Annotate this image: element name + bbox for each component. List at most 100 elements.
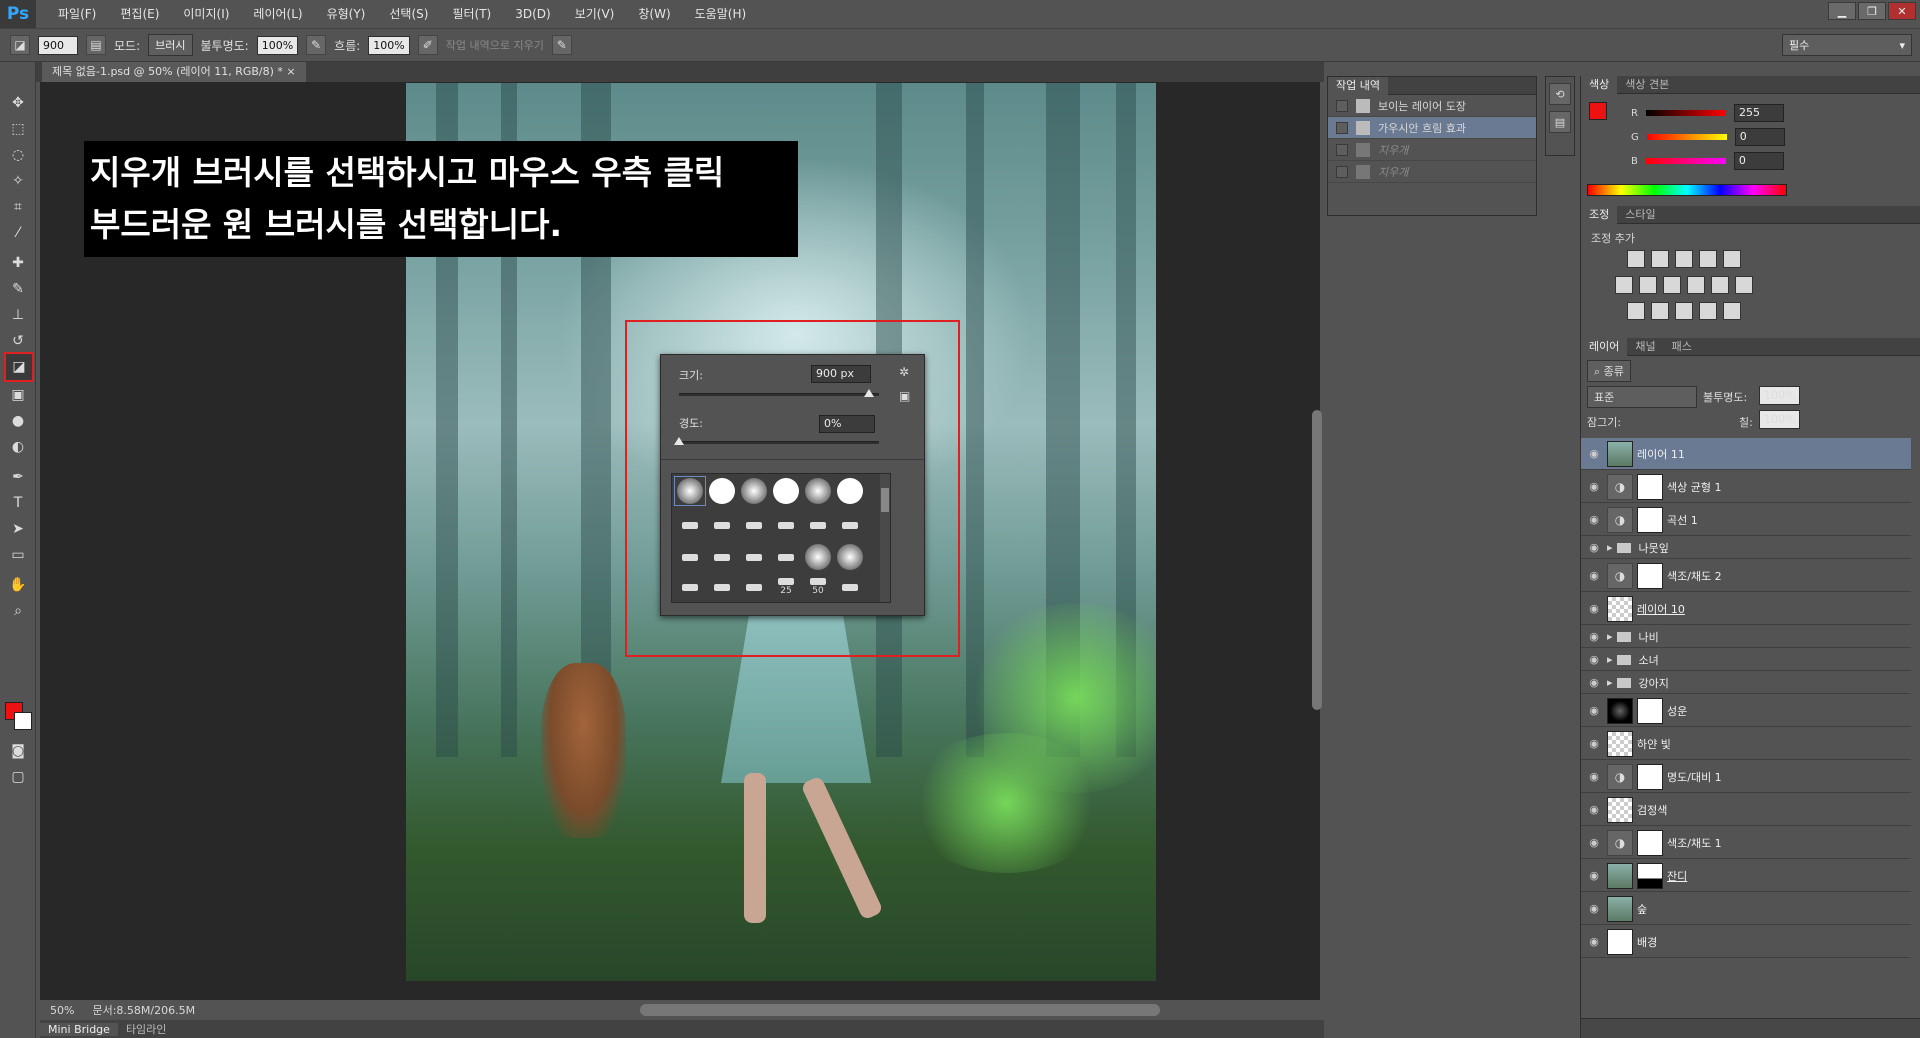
flow-field[interactable]: 100%: [368, 35, 410, 55]
history-checkbox[interactable]: [1336, 121, 1348, 134]
history-item[interactable]: 지우개: [1328, 161, 1536, 183]
visibility-eye-icon[interactable]: ◉: [1581, 513, 1607, 526]
blue-slider[interactable]: [1645, 158, 1726, 164]
layer-row[interactable]: ◉ ◑ 색조/채도 2: [1581, 560, 1911, 592]
move-tool-icon[interactable]: ✥: [6, 92, 30, 114]
selective-color-icon[interactable]: [1723, 302, 1741, 320]
posterize-icon[interactable]: [1651, 302, 1669, 320]
layer-opacity-field[interactable]: 100%: [1759, 386, 1801, 405]
chevron-right-icon[interactable]: ▸: [1607, 653, 1613, 666]
layer-row[interactable]: ◉ 성운: [1581, 695, 1911, 727]
chevron-right-icon[interactable]: ▸: [1607, 541, 1613, 554]
tab-paths[interactable]: 패스: [1664, 338, 1700, 356]
layer-row[interactable]: ◉ 레이어 10: [1581, 593, 1911, 625]
fill-field[interactable]: 100%: [1759, 410, 1801, 429]
red-value[interactable]: 255: [1733, 104, 1784, 122]
screen-mode-icon[interactable]: ▢: [6, 766, 30, 788]
path-select-tool-icon[interactable]: ➤: [6, 518, 30, 540]
green-value[interactable]: 0: [1734, 128, 1785, 146]
layer-mask-thumbnail[interactable]: [1637, 862, 1663, 889]
layer-row[interactable]: ◉ 잔디: [1581, 860, 1911, 892]
erase-to-history-checkbox[interactable]: 작업 내역으로 지우기: [446, 37, 544, 53]
color-balance-icon[interactable]: [1639, 276, 1657, 294]
blue-value[interactable]: 0: [1733, 152, 1784, 170]
brush-tip[interactable]: [738, 510, 770, 540]
invert-icon[interactable]: [1627, 302, 1645, 320]
layer-row[interactable]: ◉ ◑ 색상 균형 1: [1581, 471, 1911, 503]
pressure-opacity-icon[interactable]: ✎: [306, 35, 327, 55]
brush-tip[interactable]: [706, 510, 738, 540]
canvas-vertical-scrollbar[interactable]: [1312, 410, 1322, 710]
visibility-eye-icon[interactable]: ◉: [1581, 770, 1607, 783]
eraser-tool-preset-icon[interactable]: ◪: [10, 35, 30, 55]
brush-tip[interactable]: [770, 542, 802, 572]
close-button[interactable]: ✕: [1888, 2, 1916, 20]
size-field[interactable]: 900 px: [811, 365, 871, 383]
restore-button[interactable]: ❐: [1858, 2, 1886, 20]
visibility-eye-icon[interactable]: ◉: [1581, 630, 1607, 643]
brush-tip[interactable]: [706, 572, 738, 602]
stamp-tool-icon[interactable]: ⊥: [6, 304, 30, 326]
color-lookup-icon[interactable]: [1735, 276, 1753, 294]
layer-mask-thumbnail[interactable]: [1637, 506, 1663, 533]
exposure-icon[interactable]: [1699, 250, 1717, 268]
visibility-eye-icon[interactable]: ◉: [1581, 676, 1607, 689]
menu-help[interactable]: 도움말(H): [683, 0, 759, 28]
tab-layers[interactable]: 레이어: [1581, 337, 1628, 356]
foreground-color-swatch[interactable]: [1589, 102, 1607, 120]
airbrush-icon[interactable]: ✐: [417, 35, 438, 55]
menu-select[interactable]: 선택(S): [377, 0, 440, 28]
blend-mode-dropdown[interactable]: 표준: [1587, 386, 1697, 408]
curves-icon[interactable]: [1675, 250, 1693, 268]
visibility-eye-icon[interactable]: ◉: [1581, 447, 1607, 460]
tab-history[interactable]: 작업 내역: [1328, 76, 1388, 95]
menu-view[interactable]: 보기(V): [563, 0, 627, 28]
crop-tool-icon[interactable]: ⌗: [6, 196, 30, 218]
hardness-field[interactable]: 0%: [819, 415, 875, 433]
black-white-icon[interactable]: [1663, 276, 1681, 294]
layer-row[interactable]: ◉ 레이어 11: [1581, 438, 1911, 470]
brush-tip[interactable]: [834, 572, 866, 602]
tab-timeline[interactable]: 타임라인: [118, 1021, 174, 1037]
menu-3d[interactable]: 3D(D): [503, 0, 562, 28]
menu-layer[interactable]: 레이어(L): [241, 0, 314, 28]
layer-filter-dropdown[interactable]: ⌕ 종류: [1587, 360, 1631, 382]
hard-round-brush[interactable]: [770, 476, 802, 506]
soft-round-brush[interactable]: [834, 542, 866, 572]
layer-mask-thumbnail[interactable]: [1637, 763, 1663, 790]
vibrance-icon[interactable]: [1723, 250, 1741, 268]
menu-image[interactable]: 이미지(I): [171, 0, 241, 28]
brush-tool-icon[interactable]: ✎: [6, 278, 30, 300]
layer-row[interactable]: ◉ 하얀 빛: [1581, 728, 1911, 760]
brush-tip[interactable]: [674, 510, 706, 540]
history-checkbox[interactable]: [1336, 99, 1348, 112]
visibility-eye-icon[interactable]: ◉: [1581, 480, 1607, 493]
document-size[interactable]: 문서:8.58M/206.5M: [92, 1002, 195, 1018]
color-spectrum[interactable]: [1587, 184, 1787, 196]
soft-round-brush[interactable]: [802, 542, 834, 572]
brush-tip[interactable]: [706, 542, 738, 572]
size-slider-track[interactable]: [679, 393, 879, 396]
blur-tool-icon[interactable]: ●: [6, 410, 30, 432]
brush-tip[interactable]: [738, 572, 770, 602]
layer-row[interactable]: ◉ ▸ 나뭇잎: [1581, 537, 1911, 559]
quick-mask-icon[interactable]: ◙: [6, 740, 30, 762]
zoom-level[interactable]: 50%: [50, 1004, 74, 1017]
opacity-field[interactable]: 100%: [256, 35, 299, 55]
menu-filter[interactable]: 필터(T): [440, 0, 503, 28]
hard-round-brush[interactable]: [834, 476, 866, 506]
tab-channels[interactable]: 채널: [1627, 338, 1663, 356]
visibility-eye-icon[interactable]: ◉: [1581, 541, 1607, 554]
history-checkbox[interactable]: [1336, 143, 1348, 156]
mode-dropdown[interactable]: 브러시: [148, 34, 193, 56]
visibility-eye-icon[interactable]: ◉: [1581, 869, 1607, 882]
photo-filter-icon[interactable]: [1687, 276, 1705, 294]
brush-tip[interactable]: [834, 510, 866, 540]
soft-round-brush[interactable]: [802, 476, 834, 506]
visibility-eye-icon[interactable]: ◉: [1581, 569, 1607, 582]
layer-mask-thumbnail[interactable]: [1637, 562, 1663, 589]
tab-adjustments[interactable]: 조정: [1581, 205, 1618, 224]
gear-icon[interactable]: ✲: [899, 365, 909, 379]
layer-mask-thumbnail[interactable]: [1637, 697, 1663, 724]
pressure-size-icon[interactable]: ✎: [551, 35, 572, 55]
